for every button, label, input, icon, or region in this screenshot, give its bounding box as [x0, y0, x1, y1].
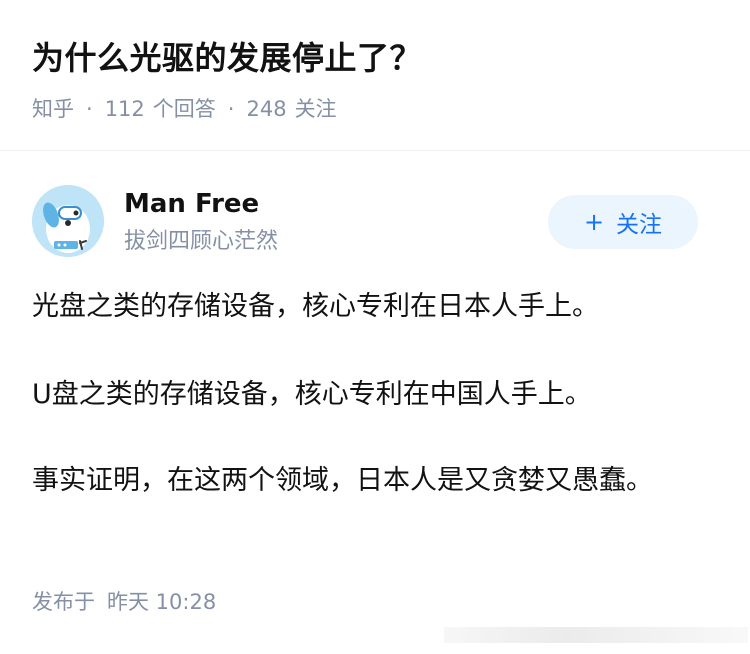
author-bio: 拔剑四顾心茫然 — [124, 229, 279, 254]
follow-button[interactable]: + 关注 — [548, 195, 698, 249]
answer-paragraph: 光盘之类的存储设备，核心专利在日本人手上。 — [32, 291, 599, 322]
answer-paragraph: 事实证明，在这两个领域，日本人是又贪婪又愚蠢。 — [32, 465, 653, 496]
avatar[interactable] — [32, 185, 104, 257]
publish-time: 昨天 10:28 — [107, 590, 217, 614]
question-header: 为什么光驱的发展停止了？ 知乎 · 112 个回答 · 248 关注 — [0, 0, 750, 151]
publish-label: 发布于 — [32, 590, 95, 614]
zhihu-answer-page: 为什么光驱的发展停止了？ 知乎 · 112 个回答 · 248 关注 Man Free 拔剑… — [0, 0, 750, 654]
question-title[interactable]: 为什么光驱的发展停止了？ — [32, 36, 422, 80]
answer-card: Man Free 拔剑四顾心茫然 + 关注 光盘之类的存储设备，核心专利在日本人… — [0, 151, 750, 654]
publish-info: 发布于 昨天 10:28 — [32, 587, 216, 617]
answer-paragraph: U盘之类的存储设备，核心专利在中国人手上。 — [32, 379, 592, 410]
followers-label: 关注 — [294, 97, 337, 121]
meta-separator: · — [86, 97, 93, 121]
follow-button-label: 关注 — [616, 212, 663, 238]
question-meta: 知乎 · 112 个回答 · 248 关注 — [32, 94, 337, 124]
meta-separator: · — [227, 97, 235, 121]
cartoon-dog-avatar-icon — [32, 185, 104, 257]
answers-count: 112 — [104, 97, 145, 121]
plus-icon: + — [583, 208, 605, 236]
followers-count: 248 — [246, 97, 287, 121]
watermark-strip — [444, 627, 748, 643]
author-name[interactable]: Man Free — [124, 187, 259, 221]
source-label[interactable]: 知乎 — [32, 97, 74, 121]
answers-label: 个回答 — [152, 97, 216, 121]
